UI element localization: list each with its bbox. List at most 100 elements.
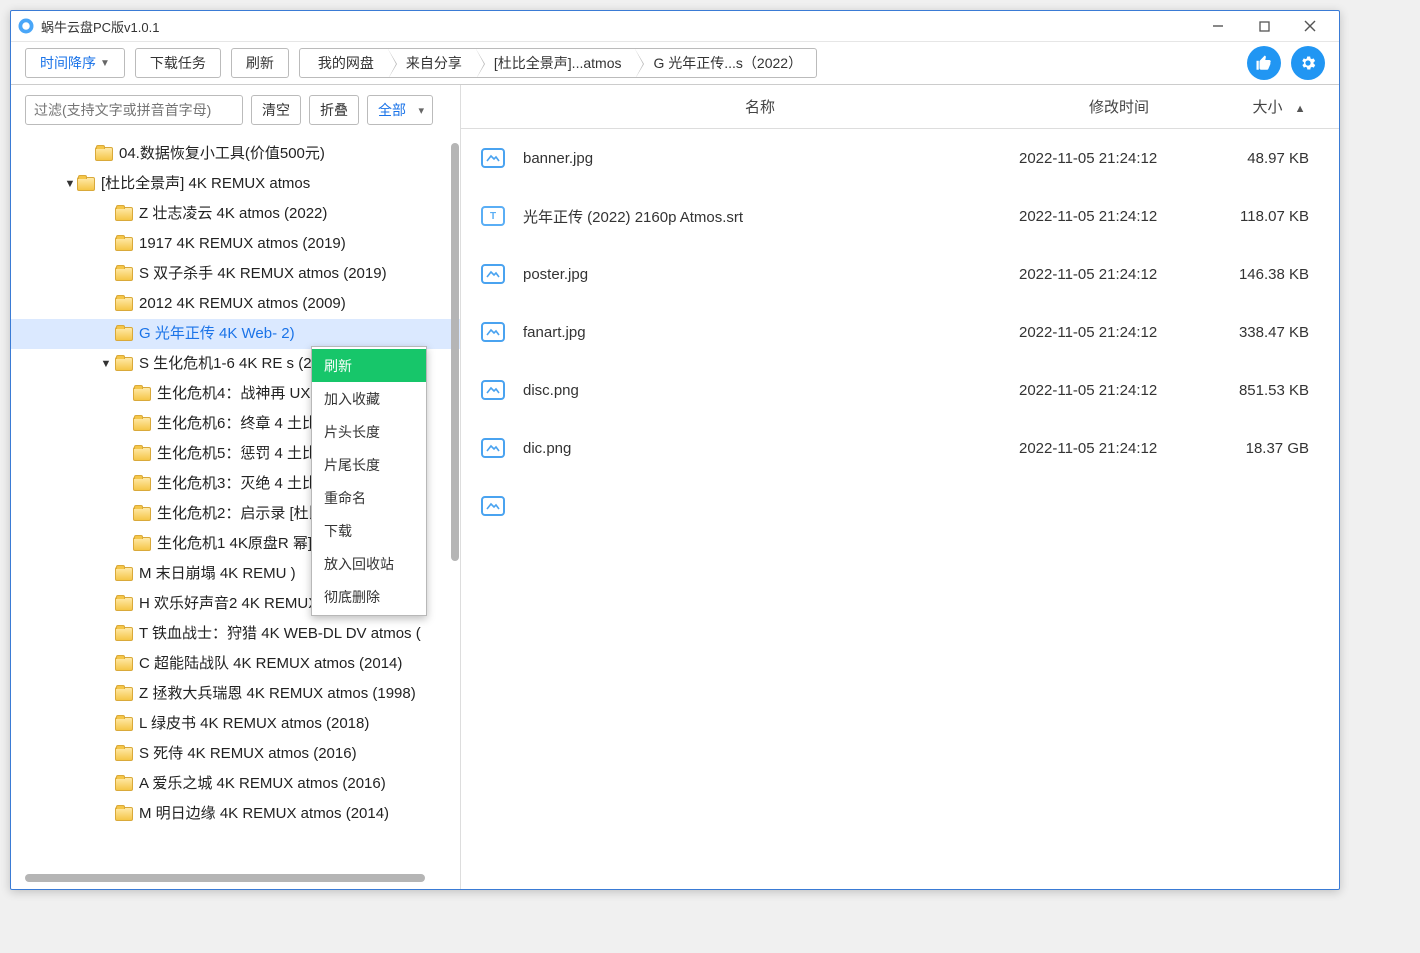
file-list[interactable]: banner.jpg2022-11-05 21:24:1248.97 KBT光年…: [461, 129, 1339, 889]
app-icon: [17, 17, 35, 35]
tree-item[interactable]: 04.数据恢复小工具(价值500元): [11, 139, 460, 169]
tree-item[interactable]: C 超能陆战队 4K REMUX atmos (2014): [11, 649, 460, 679]
breadcrumb-item[interactable]: 我的网盘: [300, 49, 388, 77]
breadcrumb-item[interactable]: 来自分享: [388, 49, 476, 77]
breadcrumb-item[interactable]: G 光年正传...s（2022）: [635, 49, 816, 77]
file-date: 2022-11-05 21:24:12: [1019, 382, 1219, 399]
file-row[interactable]: dic.png2022-11-05 21:24:1218.37 GB: [461, 419, 1339, 477]
folder-icon: [115, 657, 133, 671]
tree-item-label: M 末日崩塌 4K REMU ): [139, 559, 296, 589]
file-date: 2022-11-05 21:24:12: [1019, 324, 1219, 341]
tree-item[interactable]: S 死侍 4K REMUX atmos (2016): [11, 739, 460, 769]
folder-icon: [115, 327, 133, 341]
tree-twisty-icon[interactable]: ▼: [63, 169, 77, 199]
filter-input[interactable]: [25, 95, 243, 125]
scrollbar-thumb[interactable]: [25, 874, 425, 882]
clear-button[interactable]: 清空: [251, 95, 301, 125]
scope-label: 全部: [378, 100, 406, 120]
titlebar: 蜗牛云盘PC版v1.0.1: [11, 11, 1339, 41]
sort-label: 时间降序: [40, 53, 96, 73]
folder-icon: [115, 267, 133, 281]
file-name: poster.jpg: [523, 266, 1019, 283]
sort-button[interactable]: 时间降序 ▼: [25, 48, 125, 78]
tree-scrollbar-h[interactable]: [25, 873, 445, 883]
context-menu-item[interactable]: 刷新: [312, 349, 426, 382]
header-size-label: 大小: [1252, 99, 1282, 116]
folder-icon: [115, 297, 133, 311]
tree-scrollbar-v[interactable]: [450, 135, 460, 565]
tree-item[interactable]: 2012 4K REMUX atmos (2009): [11, 289, 460, 319]
file-row[interactable]: [461, 477, 1339, 535]
header-name[interactable]: 名称: [501, 96, 1019, 117]
image-file-icon: [481, 148, 505, 168]
scrollbar-thumb[interactable]: [451, 143, 459, 561]
collapse-button[interactable]: 折叠: [309, 95, 359, 125]
folder-icon: [115, 627, 133, 641]
close-button[interactable]: [1287, 12, 1333, 40]
folder-icon: [133, 477, 151, 491]
header-size[interactable]: 大小 ▲: [1219, 96, 1339, 117]
file-name: disc.png: [523, 382, 1019, 399]
folder-icon: [115, 597, 133, 611]
image-file-icon: [481, 438, 505, 458]
app-window: 蜗牛云盘PC版v1.0.1 时间降序 ▼ 下载任务 刷新 我的网盘 来自分享 […: [10, 10, 1340, 890]
file-name: fanart.jpg: [523, 324, 1019, 341]
folder-icon: [95, 147, 113, 161]
filter-bar: 清空 折叠 全部: [11, 85, 460, 135]
tree-item-label: 生化危机1 4K原盘R 幂] [内: [157, 529, 335, 559]
tree-pane: 清空 折叠 全部 04.数据恢复小工具(价值500元)▼[杜比全景声] 4K R…: [11, 85, 461, 889]
tree-twisty-icon[interactable]: ▼: [99, 349, 113, 379]
download-tasks-button[interactable]: 下载任务: [135, 48, 221, 78]
context-menu-item[interactable]: 放入回收站: [312, 547, 426, 580]
maximize-button[interactable]: [1241, 12, 1287, 40]
context-menu-item[interactable]: 重命名: [312, 481, 426, 514]
sort-asc-icon: ▲: [1295, 103, 1306, 115]
image-file-icon: [481, 264, 505, 284]
file-row[interactable]: fanart.jpg2022-11-05 21:24:12338.47 KB: [461, 303, 1339, 361]
file-row[interactable]: T光年正传 (2022) 2160p Atmos.srt2022-11-05 2…: [461, 187, 1339, 245]
chevron-down-icon: ▼: [100, 58, 110, 69]
tree-item[interactable]: Z 壮志凌云 4K atmos (2022): [11, 199, 460, 229]
context-menu-item[interactable]: 片头长度: [312, 415, 426, 448]
context-menu-item[interactable]: 片尾长度: [312, 448, 426, 481]
tree-item-label: Z 壮志凌云 4K atmos (2022): [139, 199, 327, 229]
settings-button[interactable]: [1291, 46, 1325, 80]
file-row[interactable]: poster.jpg2022-11-05 21:24:12146.38 KB: [461, 245, 1339, 303]
file-date: 2022-11-05 21:24:12: [1019, 266, 1219, 283]
image-file-icon: [481, 322, 505, 342]
folder-icon: [115, 207, 133, 221]
file-list-pane: 名称 修改时间 大小 ▲ banner.jpg2022-11-05 21:24:…: [461, 85, 1339, 889]
tree-item-label: A 爱乐之城 4K REMUX atmos (2016): [139, 769, 386, 799]
folder-icon: [115, 717, 133, 731]
tree-item[interactable]: S 双子杀手 4K REMUX atmos (2019): [11, 259, 460, 289]
minimize-button[interactable]: [1195, 12, 1241, 40]
tree-item-label: C 超能陆战队 4K REMUX atmos (2014): [139, 649, 402, 679]
tree-item[interactable]: 1917 4K REMUX atmos (2019): [11, 229, 460, 259]
file-row[interactable]: banner.jpg2022-11-05 21:24:1248.97 KB: [461, 129, 1339, 187]
breadcrumb-item[interactable]: [杜比全景声]...atmos: [476, 49, 636, 77]
tree-item[interactable]: L 绿皮书 4K REMUX atmos (2018): [11, 709, 460, 739]
context-menu-item[interactable]: 彻底删除: [312, 580, 426, 613]
refresh-button[interactable]: 刷新: [231, 48, 289, 78]
file-row[interactable]: disc.png2022-11-05 21:24:12851.53 KB: [461, 361, 1339, 419]
folder-icon: [115, 747, 133, 761]
tree-item[interactable]: M 明日边缘 4K REMUX atmos (2014): [11, 799, 460, 829]
context-menu-item[interactable]: 下载: [312, 514, 426, 547]
tree-item[interactable]: G 光年正传 4K Web- 2): [11, 319, 460, 349]
tree-item[interactable]: T 铁血战士：狩猎 4K WEB-DL DV atmos (: [11, 619, 460, 649]
tree-item[interactable]: A 爱乐之城 4K REMUX atmos (2016): [11, 769, 460, 799]
tree-item-label: L 绿皮书 4K REMUX atmos (2018): [139, 709, 369, 739]
like-button[interactable]: [1247, 46, 1281, 80]
header-date[interactable]: 修改时间: [1019, 96, 1219, 117]
file-date: 2022-11-05 21:24:12: [1019, 208, 1219, 225]
tree-item[interactable]: ▼[杜比全景声] 4K REMUX atmos: [11, 169, 460, 199]
tree-item-label: 1917 4K REMUX atmos (2019): [139, 229, 346, 259]
folder-icon: [133, 537, 151, 551]
tree-item-label: S 生化危机1-6 4K RE s (200: [139, 349, 328, 379]
tree-item[interactable]: Z 拯救大兵瑞恩 4K REMUX atmos (1998): [11, 679, 460, 709]
file-name: banner.jpg: [523, 150, 1019, 167]
scope-dropdown[interactable]: 全部: [367, 95, 433, 125]
folder-icon: [115, 687, 133, 701]
context-menu-item[interactable]: 加入收藏: [312, 382, 426, 415]
image-file-icon: [481, 496, 505, 516]
